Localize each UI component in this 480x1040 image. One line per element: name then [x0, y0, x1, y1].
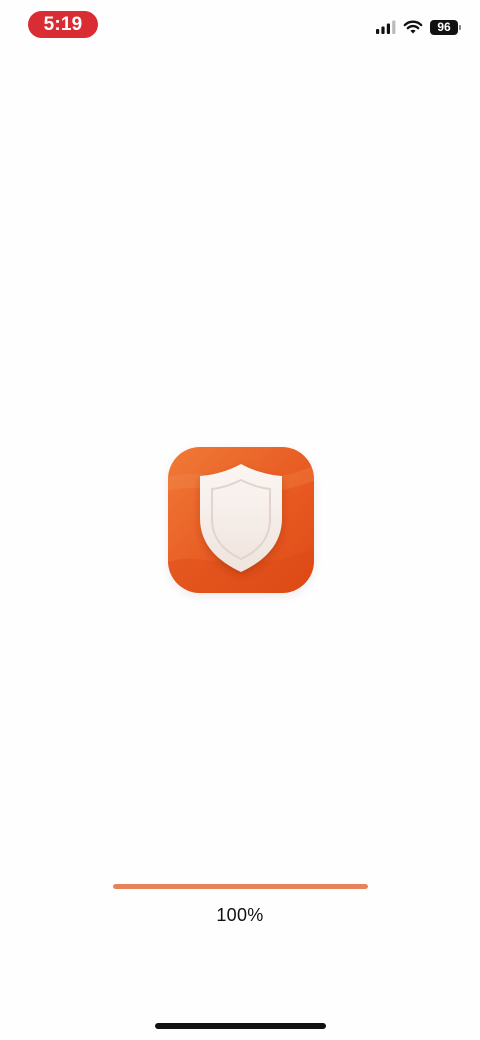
status-icons: 96: [376, 19, 461, 35]
cellular-signal-icon: [376, 20, 396, 34]
status-bar: 5:19 96: [0, 0, 480, 50]
progress-bar: [113, 884, 368, 889]
battery-tip: [459, 24, 461, 30]
app-icon: [168, 447, 314, 593]
progress-percentage: 100%: [216, 905, 264, 925]
status-time: 5:19: [28, 11, 98, 38]
shield-icon: [168, 447, 314, 593]
battery-level: 96: [437, 20, 451, 34]
home-indicator[interactable]: [155, 1023, 326, 1029]
wifi-icon: [403, 20, 423, 33]
progress-fill: [113, 884, 368, 889]
battery-icon: 96: [430, 19, 461, 35]
